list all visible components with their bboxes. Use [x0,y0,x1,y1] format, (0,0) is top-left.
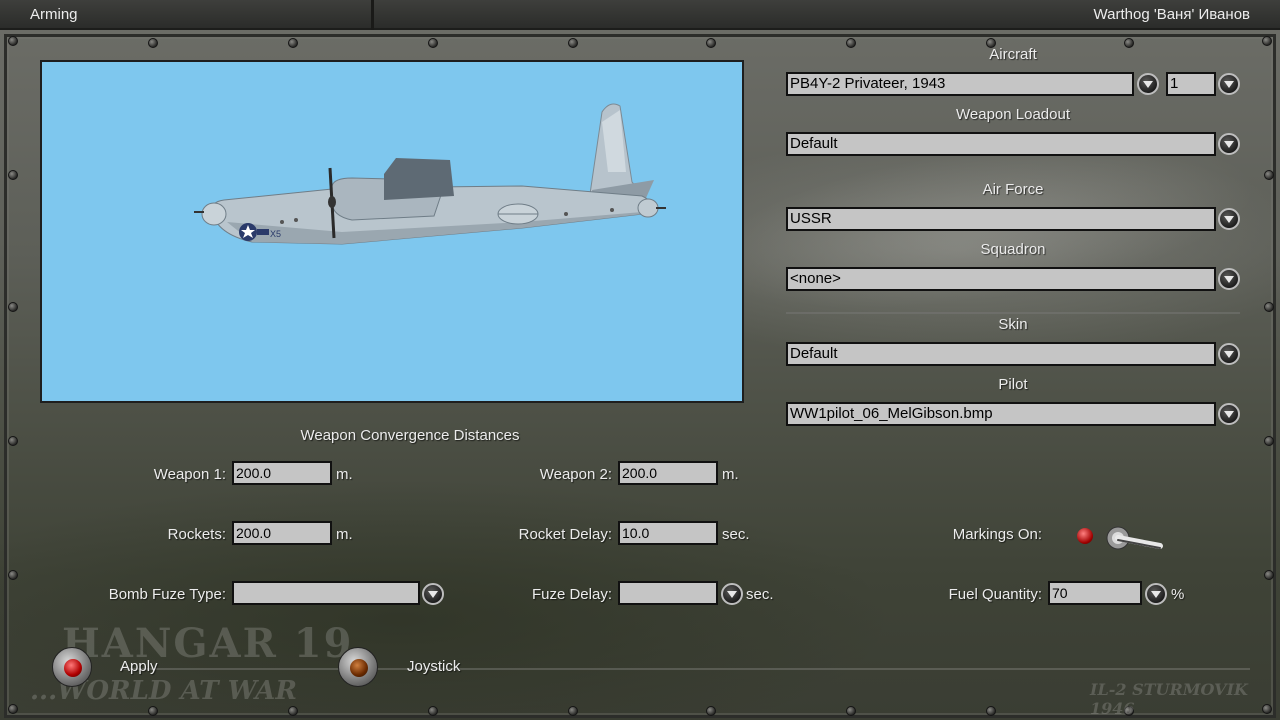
bomb-fuze-label: Bomb Fuze Type: [108,586,226,603]
joystick-lamp-icon [350,659,368,677]
squadron-label: Squadron [980,241,1046,258]
aircraft-count-dropdown-icon[interactable] [1218,73,1240,95]
rivet-icon [1262,36,1272,46]
screen-title: Arming [30,6,78,23]
rocket-delay-input[interactable]: 10.0 [618,521,718,545]
rivet-icon [148,706,158,716]
markings-label: Markings On: [952,526,1042,543]
markings-indicator-icon [1077,528,1093,544]
squadron-dropdown-icon[interactable] [1218,268,1240,290]
air-force-select[interactable]: USSR [786,207,1216,231]
squadron-select[interactable]: <none> [786,267,1216,291]
hangar19-logo: HANGAR 19 [62,620,354,667]
pilot-select[interactable]: WW1pilot_06_MelGibson.bmp [786,402,1216,426]
pilot-label: Pilot [998,376,1028,393]
bomb-fuze-select[interactable] [232,581,420,605]
rivet-icon [568,706,578,716]
fuze-delay-label: Fuze Delay: [531,586,612,603]
pilot-dropdown-icon[interactable] [1218,403,1240,425]
convergence-heading: Weapon Convergence Distances [300,427,520,444]
weapon-loadout-select[interactable]: Default [786,132,1216,156]
aircraft-select[interactable]: PB4Y-2 Privateer, 1943 [786,72,1134,96]
rivet-icon [1264,570,1274,580]
weapon-loadout-dropdown-icon[interactable] [1218,133,1240,155]
rivet-icon [986,706,996,716]
divider [786,312,1240,314]
rivet-icon [8,704,18,714]
rivet-icon [8,436,18,446]
aircraft-dropdown-icon[interactable] [1137,73,1159,95]
air-force-dropdown-icon[interactable] [1218,208,1240,230]
rivet-icon [1264,170,1274,180]
game-logo: IL-2 STURMOVIK 1946 [1090,680,1248,718]
fuze-delay-select[interactable] [618,581,718,605]
apply-button[interactable] [52,647,92,687]
rockets-label: Rockets: [167,526,226,543]
weapon-loadout-label: Weapon Loadout [956,106,1070,123]
weapon1-unit: m. [336,466,353,483]
fuel-quantity-label: Fuel Quantity: [948,586,1042,603]
rivet-icon [428,706,438,716]
fuze-delay-dropdown-icon[interactable] [721,583,743,605]
rivet-icon [706,38,716,48]
weapon1-label: Weapon 1: [153,466,226,483]
rivet-icon [288,38,298,48]
skin-label: Skin [998,316,1028,333]
joystick-button[interactable] [338,647,378,687]
skin-dropdown-icon[interactable] [1218,343,1240,365]
weapon2-label: Weapon 2: [539,466,612,483]
rivet-icon [1264,302,1274,312]
rivet-icon [8,170,18,180]
joystick-label[interactable]: Joystick [407,658,460,675]
skin-select[interactable]: Default [786,342,1216,366]
fuel-quantity-select[interactable]: 70 [1048,581,1142,605]
rockets-unit: m. [336,526,353,543]
insignia-code: X5 [270,229,281,239]
rivet-icon [8,570,18,580]
apply-label[interactable]: Apply [120,658,158,675]
user-name: Warthog 'Ваня' Иванов [1093,6,1250,23]
bottom-divider [120,668,1250,670]
markings-toggle-switch[interactable] [1104,522,1168,558]
fuel-quantity-dropdown-icon[interactable] [1145,583,1167,605]
rocket-delay-label: Rocket Delay: [518,526,612,543]
weapon2-unit: m. [722,466,739,483]
rivet-icon [148,38,158,48]
title-section: Arming [0,0,374,30]
rivet-icon [568,38,578,48]
rivet-icon [846,706,856,716]
title-bar: Arming Warthog 'Ваня' Иванов [0,0,1280,30]
rivet-icon [8,302,18,312]
rivet-icon [288,706,298,716]
rivet-icon [1264,436,1274,446]
rocket-delay-unit: sec. [722,526,750,543]
rivet-icon [706,706,716,716]
rockets-input[interactable]: 200.0 [232,521,332,545]
rivet-icon [428,38,438,48]
aircraft-image: X5 [194,103,666,245]
weapon1-input[interactable]: 200.0 [232,461,332,485]
fuel-unit: % [1171,586,1185,603]
aircraft-count-select[interactable]: 1 [1166,72,1216,96]
aircraft-label: Aircraft [989,46,1037,63]
aircraft-preview[interactable]: X5 [40,60,744,403]
air-force-label: Air Force [982,181,1044,198]
weapon2-input[interactable]: 200.0 [618,461,718,485]
fuze-delay-unit: sec. [746,586,774,603]
apply-lamp-icon [64,659,82,677]
rivet-icon [8,36,18,46]
